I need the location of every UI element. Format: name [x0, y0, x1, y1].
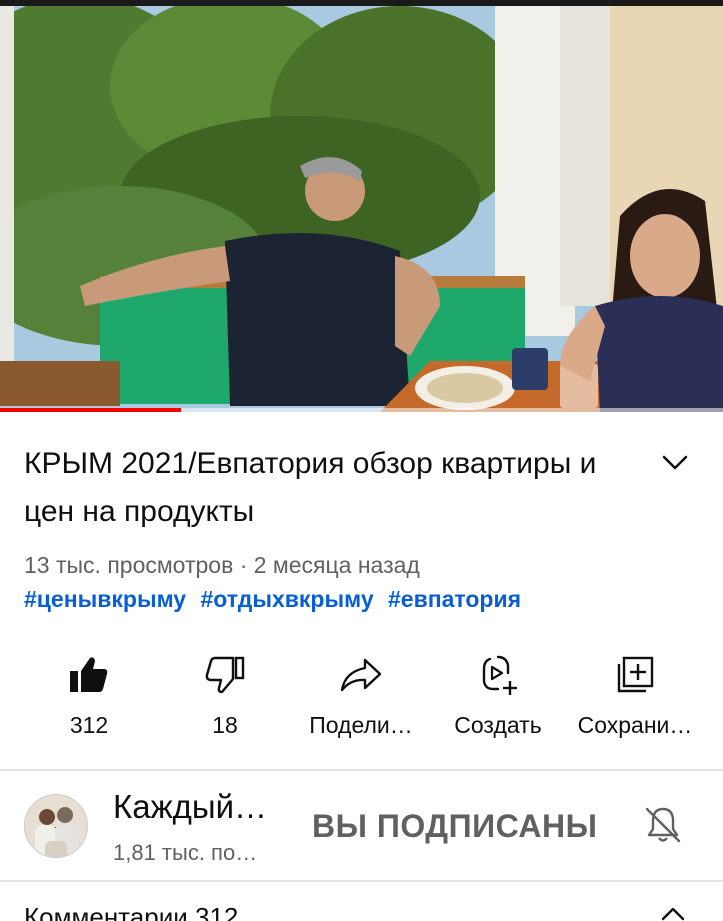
comments-header[interactable]: Комментарии 312 — [24, 902, 238, 921]
video-player[interactable] — [0, 6, 723, 412]
thumb-up-filled-icon — [70, 657, 108, 692]
divider — [0, 769, 723, 771]
notifications-off-icon — [645, 807, 681, 843]
hashtag-link[interactable]: #евпатория — [388, 586, 521, 612]
video-title: КРЫМ 2021/Евпатория обзор квартиры и цен… — [24, 447, 597, 528]
share-arrow-icon — [340, 658, 382, 692]
chevron-down-icon — [662, 455, 688, 470]
thumb-down-outline-icon — [205, 656, 245, 694]
video-progress-bar[interactable] — [0, 408, 723, 412]
channel-avatar[interactable] — [24, 794, 88, 858]
channel-row: Каждый… 1,81 тыс. по… ВЫ ПОДПИСАНЫ — [0, 772, 723, 880]
dislike-label: 18 — [212, 712, 238, 738]
meta-separator: · — [239, 552, 248, 578]
create-remix-icon — [482, 655, 517, 695]
like-count: 312 — [69, 712, 109, 738]
playlist-add-icon — [617, 656, 654, 693]
subscriber-count: 1,81 тыс. по… — [113, 840, 258, 865]
share-button[interactable]: Подели… — [291, 650, 431, 739]
hashtag-list: #ценывкрыму #отдыхвкрыму #евпатория — [24, 586, 529, 613]
video-frame-thumbnail — [0, 6, 723, 412]
comments-count: 312 — [195, 902, 239, 921]
expand-description-button[interactable] — [658, 446, 692, 480]
save-label: Сохрани… — [577, 712, 693, 738]
channel-name[interactable]: Каждый… — [113, 788, 267, 826]
view-count: 13 тыс. просмотров — [24, 552, 234, 578]
create-label: Создать — [454, 712, 542, 738]
hashtag-link[interactable]: #отдыхвкрыму — [201, 586, 374, 612]
chevron-up-icon — [661, 907, 685, 921]
like-button[interactable]: 312 — [19, 650, 159, 739]
comments-expand-button[interactable] — [660, 906, 686, 921]
upload-age: 2 месяца назад — [253, 552, 420, 578]
subscribed-button[interactable]: ВЫ ПОДПИСАНЫ — [312, 808, 597, 845]
action-bar: 312 18 Подели… Создать Сохрани… — [0, 650, 723, 750]
avatar-family-image — [25, 795, 87, 857]
save-button[interactable]: Сохрани… — [565, 650, 705, 739]
video-meta: 13 тыс. просмотров · 2 месяца назад — [24, 552, 420, 579]
create-button[interactable]: Создать — [428, 650, 568, 739]
share-label: Подели… — [309, 712, 413, 738]
notification-bell-button[interactable] — [642, 804, 684, 846]
dislike-button[interactable]: 18 — [155, 650, 295, 739]
video-progress-fill — [0, 408, 181, 412]
divider — [0, 880, 723, 882]
comments-label: Комментарии — [24, 902, 188, 921]
hashtag-link[interactable]: #ценывкрыму — [24, 586, 186, 612]
